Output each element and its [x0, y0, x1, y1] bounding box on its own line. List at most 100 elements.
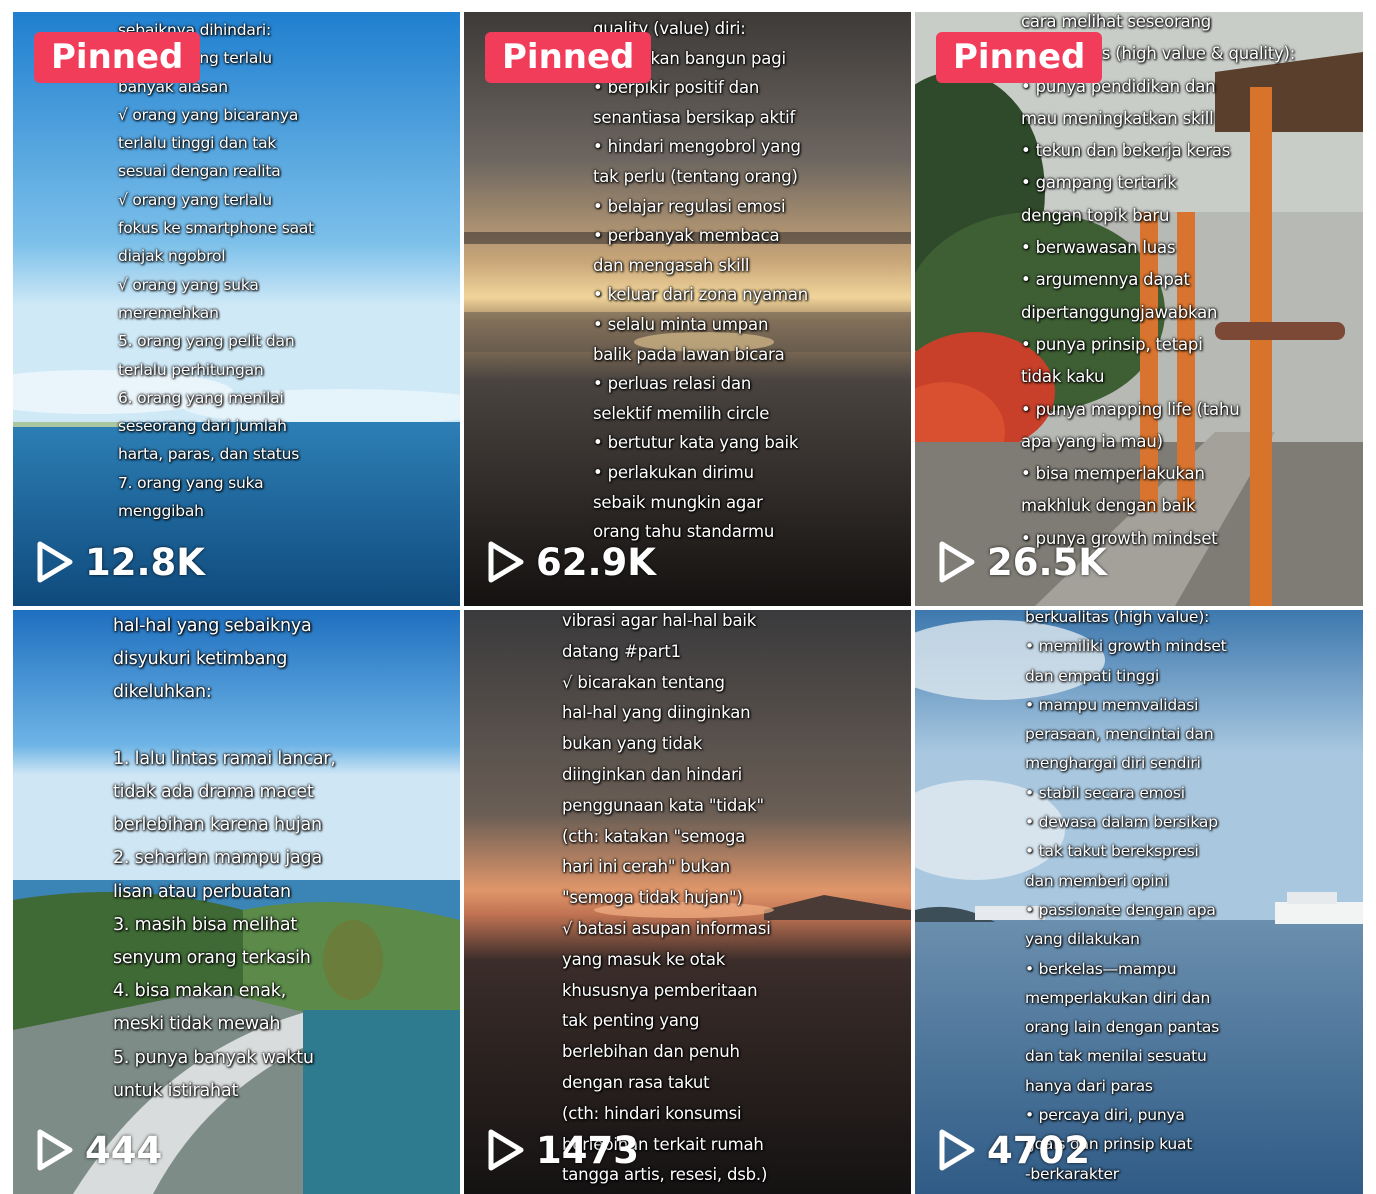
caption-line: 5. punya banyak waktu	[113, 1047, 314, 1068]
play-outline-icon	[937, 1128, 977, 1172]
caption-line: • keluar dari zona nyaman	[593, 285, 809, 305]
caption-line: (cth: katakan "semoga	[562, 826, 746, 846]
caption-line: • stabil secara emosi	[1025, 783, 1185, 802]
view-count-value: 4702	[987, 1128, 1090, 1172]
video-tile-4[interactable]: hal-hal yang sebaiknya disyukuri ketimban…	[13, 610, 460, 1194]
caption-line: seseorang dari jumlah	[118, 417, 287, 436]
caption-line: diajak ngobrol	[118, 247, 226, 266]
video-tile-2[interactable]: quality (value) diri: • biasakan bangun p…	[464, 12, 911, 606]
view-count: 26.5K	[937, 540, 1107, 584]
caption-line: perasaan, mencintai dan	[1025, 725, 1214, 744]
video-caption: vibrasi agar hal-hal baik datang #part1 √ …	[464, 610, 911, 1194]
caption-line: hari ini cerah" bukan	[562, 857, 731, 877]
view-count: 444	[35, 1128, 162, 1172]
caption-line: • dewasa dalam bersikap	[1025, 813, 1218, 832]
caption-line: menghargai diri sendiri	[1025, 754, 1201, 773]
caption-line: penggunaan kata "tidak"	[562, 795, 764, 815]
caption-line: dan mengasah skill	[593, 255, 750, 275]
play-outline-icon	[937, 540, 977, 584]
pinned-badge: Pinned	[34, 32, 201, 83]
caption-line: fokus ke smartphone saat	[118, 219, 315, 238]
caption-line: harta, paras, dan status	[118, 445, 300, 464]
caption-line: senyum orang terkasih	[113, 948, 311, 969]
caption-line: • perlakukan dirimu	[593, 462, 754, 482]
video-tile-6[interactable]: berkualitas (high value): • memiliki grow…	[915, 610, 1363, 1194]
caption-line: lisan atau perbuatan	[113, 881, 291, 902]
video-tile-5[interactable]: vibrasi agar hal-hal baik datang #part1 √ …	[464, 610, 911, 1194]
caption-line: hal-hal yang diinginkan	[562, 703, 751, 723]
caption-line: khususnya pemberitaan	[562, 980, 758, 1000]
caption-line: disyukuri ketimbang	[113, 649, 288, 670]
caption-line: vibrasi agar hal-hal baik	[562, 611, 757, 630]
caption-line: untuk istirahat	[113, 1080, 239, 1101]
caption-line: √ batasi asupan informasi	[562, 918, 771, 938]
caption-line: meremehkan	[118, 303, 219, 322]
caption-line: datang #part1	[562, 641, 681, 661]
caption-line: √ orang yang suka	[118, 275, 259, 294]
caption-line: • hindari mengobrol yang	[593, 137, 801, 157]
caption-line: berlebihan karena hujan	[113, 815, 322, 836]
view-count-value: 62.9K	[536, 540, 656, 584]
pinned-badge: Pinned	[936, 32, 1103, 83]
caption-line: • perbanyak membaca	[593, 226, 780, 246]
caption-line: √ orang yang terlalu	[118, 190, 272, 209]
caption-line: • punya mapping life (tahu	[1021, 399, 1240, 419]
video-caption: quality (value) diri: • biasakan bangun p…	[464, 12, 911, 606]
play-outline-icon	[486, 1128, 526, 1172]
caption-line: 3. masih bisa melihat	[113, 914, 298, 935]
caption-line: • memiliki growth mindset	[1025, 637, 1227, 656]
caption-line: terlalu perhitungan	[118, 360, 264, 379]
caption-line: sesuai dengan realita	[118, 162, 281, 181]
view-count: 1473	[486, 1128, 639, 1172]
caption-line: terlalu tinggi dan tak	[118, 134, 277, 153]
play-outline-icon	[486, 540, 526, 584]
caption-line: • selalu minta umpan	[593, 314, 769, 334]
caption-line: • tak takut berekspresi	[1025, 842, 1199, 861]
caption-line: 6. orang yang menilai	[118, 388, 284, 407]
caption-line: • tekun dan bekerja keras	[1021, 141, 1231, 161]
video-tile-3[interactable]: cara melihat seseorang berkualitas (high …	[915, 12, 1363, 606]
view-count-value: 1473	[536, 1128, 639, 1172]
caption-line: apa yang ia mau)	[1021, 431, 1163, 451]
caption-line: berkualitas (high value):	[1025, 610, 1210, 626]
caption-line: senantiasa bersikap aktif	[593, 107, 796, 127]
caption-line: bukan yang tidak	[562, 734, 703, 754]
caption-line: 5. orang yang pelit dan	[118, 332, 295, 351]
view-count-value: 444	[85, 1128, 163, 1172]
caption-line: (cth: hindari konsumsi	[562, 1103, 742, 1123]
caption-line: yang masuk ke otak	[562, 949, 726, 969]
caption-line: • argumennya dapat	[1021, 270, 1190, 290]
caption-line: dan empati tinggi	[1025, 666, 1160, 685]
caption-line: • belajar regulasi emosi	[593, 196, 786, 216]
video-tile-1[interactable]: sebaiknya dihindari:√ orang yang terlalu…	[13, 12, 460, 606]
pinned-badge: Pinned	[485, 32, 652, 83]
caption-line: • punya prinsip, tetapi	[1021, 334, 1203, 354]
video-caption: hal-hal yang sebaiknya disyukuri ketimban…	[13, 610, 460, 1194]
caption-line: berlebihan dan penuh	[562, 1042, 740, 1062]
caption-line: mau meningkatkan skill	[1021, 108, 1214, 128]
play-outline-icon	[35, 540, 75, 584]
caption-line: dengan topik baru	[1021, 205, 1170, 225]
caption-line: 1. lalu lintas ramai lancar,	[113, 748, 336, 769]
caption-line: sebaik mungkin agar	[593, 492, 763, 512]
caption-line: • gampang tertarik	[1021, 173, 1177, 193]
caption-line: 2. seharian mampu jaga	[113, 848, 322, 869]
caption-line: yang dilakukan	[1025, 930, 1140, 949]
caption-line: memperlakukan diri dan	[1025, 988, 1211, 1007]
caption-line: • berkelas—mampu	[1025, 959, 1177, 978]
caption-line: diinginkan dan hindari	[562, 764, 743, 784]
video-caption: berkualitas (high value): • memiliki grow…	[915, 610, 1363, 1194]
caption-line: dan memberi opini	[1025, 871, 1169, 890]
caption-line: 4. bisa makan enak,	[113, 981, 287, 1002]
caption-line: • bertutur kata yang baik	[593, 433, 799, 453]
caption-line: meski tidak mewah	[113, 1014, 281, 1035]
caption-line: selektif memilih circle	[593, 403, 770, 423]
caption-line: tak perlu (tentang orang)	[593, 166, 798, 186]
caption-line: "semoga tidak hujan")	[562, 888, 743, 908]
caption-line: • mampu memvalidasi	[1025, 695, 1199, 714]
caption-line: orang lain dengan pantas	[1025, 1018, 1220, 1037]
caption-line: dan tak menilai sesuatu	[1025, 1047, 1207, 1066]
caption-line: balik pada lawan bicara	[593, 344, 785, 364]
view-count: 62.9K	[486, 540, 656, 584]
caption-line: • perluas relasi dan	[593, 374, 752, 394]
